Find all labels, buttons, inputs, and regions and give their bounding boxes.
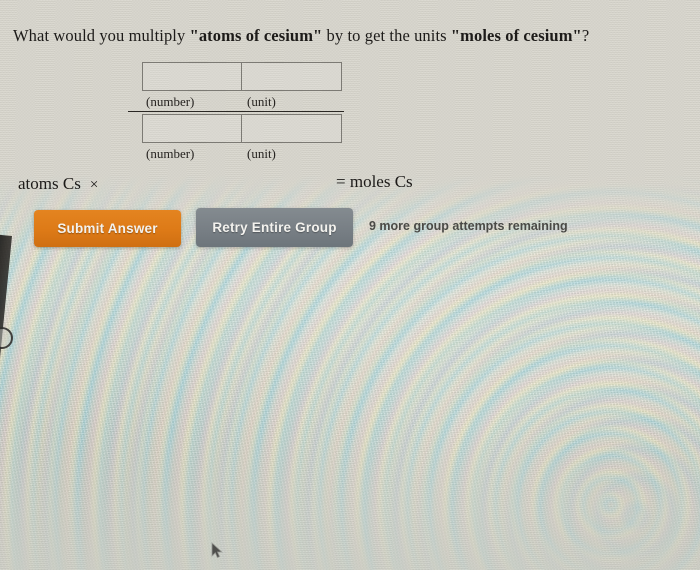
mouse-pointer-icon [211, 542, 223, 559]
multiply-symbol: × [89, 177, 99, 193]
question-suffix: ? [581, 26, 590, 45]
left-quantity-label: atoms Cs [18, 174, 81, 193]
denominator-inputs-row [142, 114, 342, 143]
conversion-equation: atoms Cs × (number) (unit) (number) (uni… [14, 62, 484, 193]
question-text: What would you multiply "atoms of cesium… [13, 26, 673, 46]
question-prefix: What would you multiply [13, 26, 190, 45]
question-source-units: "atoms of cesium" [189, 26, 323, 45]
equation-left-side: atoms Cs × [18, 174, 98, 194]
denominator-unit-label: (unit) [247, 146, 276, 161]
denominator-number-label: (number) [146, 146, 195, 161]
retry-entire-group-button[interactable]: Retry Entire Group [196, 208, 353, 247]
numerator-unit-label: (unit) [247, 94, 276, 109]
question-target-units: "moles of cesium" [450, 26, 582, 45]
denominator-unit-input[interactable] [242, 114, 342, 143]
attempts-remaining-text: 9 more group attempts remaining [369, 219, 568, 233]
numerator-unit-input[interactable] [242, 62, 342, 91]
numerator-inputs-row [142, 62, 342, 91]
equation-right-side: = moles Cs [336, 172, 413, 192]
conversion-factor-fraction: (number) (unit) (number) (unit) [128, 62, 344, 162]
denominator-number-input[interactable] [142, 114, 242, 143]
fraction-bar [128, 111, 344, 112]
numerator-labels: (number) (unit) [142, 94, 342, 110]
denominator-labels: (number) (unit) [142, 146, 342, 162]
screen-photo: What would you multiply "atoms of cesium… [0, 0, 700, 570]
question-panel: What would you multiply "atoms of cesium… [0, 0, 700, 570]
question-middle: by to get the units [322, 26, 451, 45]
submit-answer-button[interactable]: Submit Answer [34, 210, 181, 247]
right-quantity-label: moles Cs [349, 172, 413, 191]
numerator-number-input[interactable] [142, 62, 242, 91]
numerator-number-label: (number) [146, 94, 195, 109]
equals-symbol: = [336, 172, 346, 191]
